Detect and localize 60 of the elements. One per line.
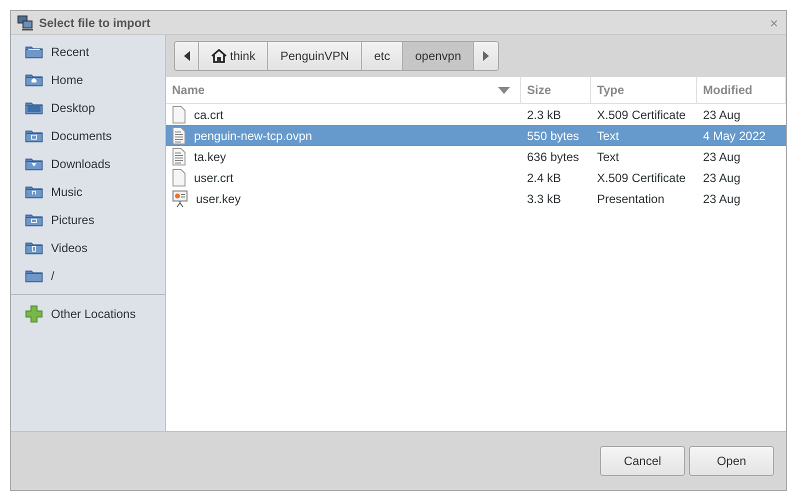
table-cell-text: 23 Aug <box>703 148 740 166</box>
presentation-icon <box>172 190 188 208</box>
path-button[interactable]: openvpn <box>403 42 474 70</box>
computer-icon <box>17 14 33 30</box>
table-cell-text: X.509 Certificate <box>597 170 686 186</box>
table-cell-text: 2.4 kB <box>527 170 562 186</box>
table-cell-text: Presentation <box>597 190 664 208</box>
file-name: user.key <box>196 190 241 208</box>
path-button[interactable]: think <box>199 42 268 70</box>
file-row[interactable]: user.crt 2.4 kB X.509 Certificate 23 Aug <box>166 167 786 188</box>
table-cell-text: 3.3 kB <box>527 190 562 208</box>
table-cell-text: 636 bytes <box>527 148 580 166</box>
table-cell-text: 550 bytes <box>527 128 580 144</box>
folder-icon <box>25 240 43 256</box>
dialog-button[interactable]: Open <box>689 446 774 476</box>
folder-icon <box>25 72 43 88</box>
table-cell-text: Text <box>597 128 620 144</box>
file-row[interactable]: ta.key 636 bytes Text 23 Aug <box>166 146 786 167</box>
file-name: penguin-new-tcp.ovpn <box>194 128 312 144</box>
sidebar-item[interactable]: Other Locations <box>11 300 165 328</box>
folder-icon <box>25 156 43 172</box>
dialog-button[interactable]: Cancel <box>600 446 685 476</box>
sidebar-item[interactable]: Recent <box>11 38 165 66</box>
table-cell-text: Text <box>597 148 620 166</box>
file-name: ca.crt <box>194 106 224 124</box>
file-icon <box>172 168 186 186</box>
window-title: Select file to import <box>39 14 150 32</box>
sidebar-item[interactable]: / <box>11 262 165 290</box>
table-cell-text: 23 Aug <box>703 170 740 186</box>
sort-arrow-icon <box>498 86 510 94</box>
folder-icon <box>25 212 43 228</box>
file-name: user.crt <box>194 170 234 186</box>
sidebar-item[interactable]: Music <box>11 178 165 206</box>
table-cell-text: 23 Aug <box>703 106 740 124</box>
sidebar-item[interactable]: Pictures <box>11 206 165 234</box>
plus-icon <box>25 305 43 323</box>
sidebar-item[interactable]: Documents <box>11 122 165 150</box>
file-name: ta.key <box>194 148 226 166</box>
desktop-icon <box>25 100 43 116</box>
file-row[interactable]: ca.crt 2.3 kB X.509 Certificate 23 Aug <box>166 104 786 125</box>
folder-icon <box>25 268 43 284</box>
table-cell-text: 2.3 kB <box>527 106 562 124</box>
text-file-icon <box>172 148 186 166</box>
table-cell-text: 23 Aug <box>703 190 740 208</box>
table-cell-text: X.509 Certificate <box>597 106 686 124</box>
sidebar-item[interactable]: Desktop <box>11 94 165 122</box>
text-file-icon <box>172 126 186 144</box>
folder-icon <box>25 44 43 60</box>
home-icon <box>211 49 227 63</box>
left-arrow-icon <box>184 51 190 61</box>
sidebar-item[interactable]: Videos <box>11 234 165 262</box>
file-icon <box>172 106 186 124</box>
file-row[interactable]: user.key 3.3 kB Presentation 23 Aug <box>166 188 786 209</box>
sidebar-item[interactable]: Home <box>11 66 165 94</box>
path-button[interactable]: PenguinVPN <box>268 42 362 70</box>
sidebar-item[interactable]: Downloads <box>11 150 165 178</box>
folder-icon <box>25 128 43 144</box>
right-arrow-icon <box>483 51 490 61</box>
table-cell-text: 4 May 2022 <box>703 128 766 144</box>
folder-icon <box>25 184 43 200</box>
